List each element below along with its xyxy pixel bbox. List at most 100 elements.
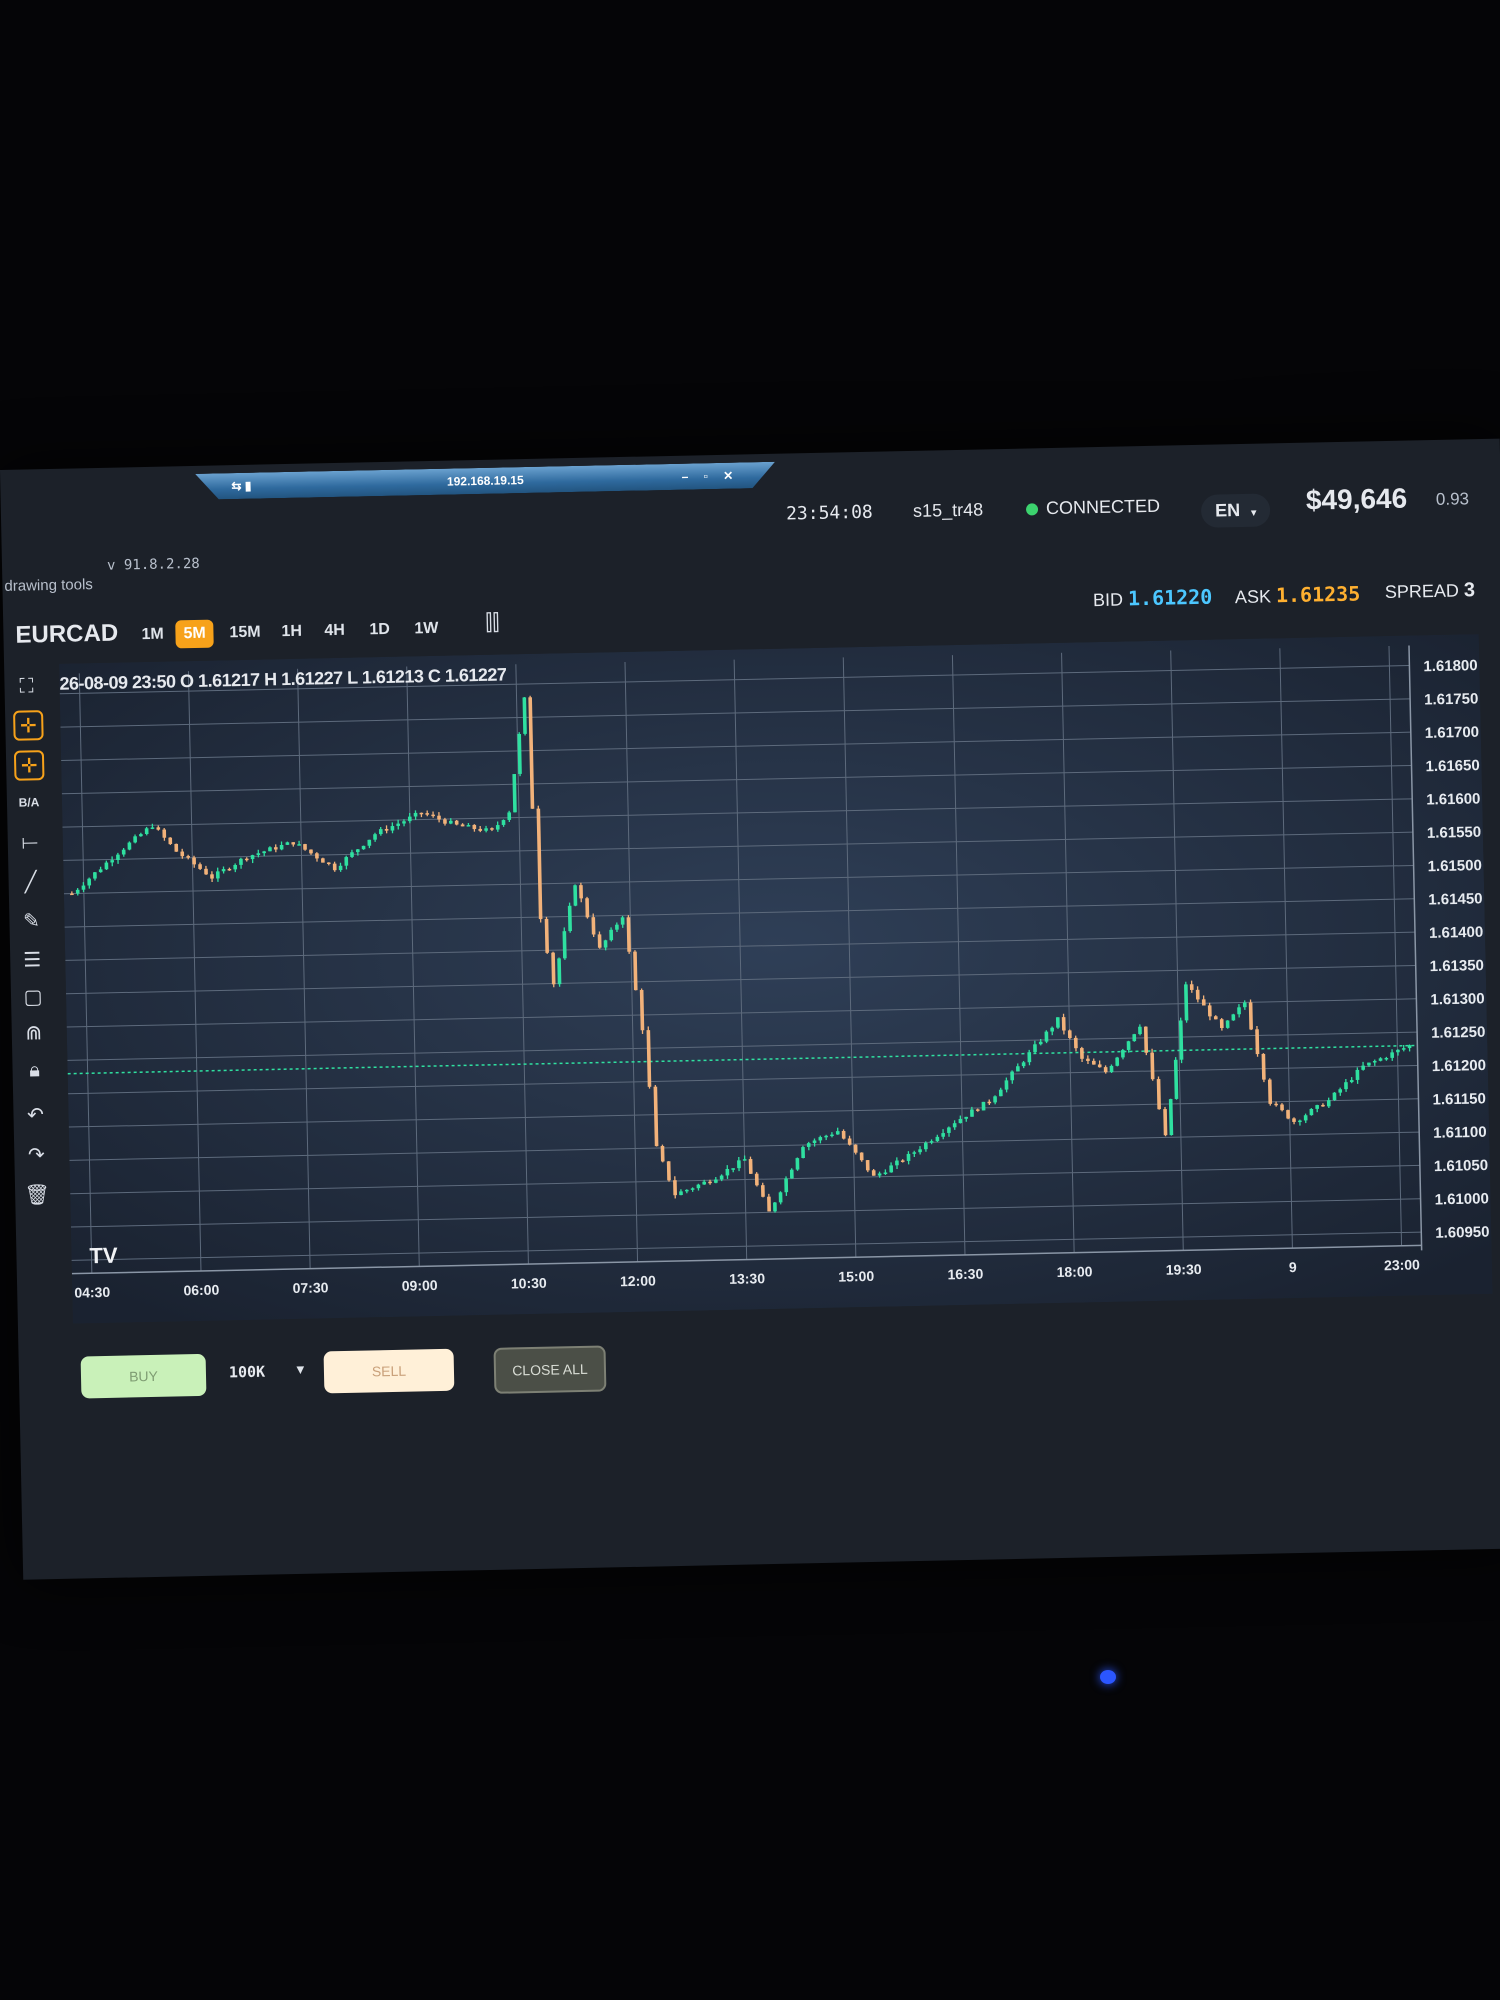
y-tick-label: 1.61500 <box>1427 857 1482 875</box>
candle-body <box>1225 1020 1230 1028</box>
redo-icon[interactable]: ↷ <box>22 1140 51 1169</box>
price-chart[interactable]: 1.61800 1.61750 1.61700 1.61650 1.61600 1.615… <box>59 634 1493 1324</box>
candle-body <box>1207 1005 1212 1017</box>
undo-icon[interactable]: ↶ <box>21 1100 50 1129</box>
crosshair-icon[interactable]: ✛ <box>13 710 44 741</box>
candle-body <box>1132 1034 1137 1042</box>
candle-body <box>478 828 483 831</box>
candle-body <box>454 820 459 825</box>
candle-body <box>883 1172 888 1175</box>
candle-body <box>262 851 266 854</box>
y-tick-label: 1.61000 <box>1434 1190 1489 1208</box>
rectangle-icon[interactable]: ▢ <box>19 982 48 1011</box>
candle-body <box>1004 1080 1009 1090</box>
timeframe-5m[interactable]: 5M <box>175 619 214 649</box>
bid-ask-icon[interactable]: B/A <box>15 788 44 817</box>
candle-body <box>384 828 389 831</box>
candle-body <box>127 842 132 850</box>
sell-button[interactable]: SELL <box>323 1348 455 1394</box>
candle-body <box>993 1096 997 1103</box>
candle-body <box>332 863 337 871</box>
candle-body <box>981 1101 986 1111</box>
chart-canvas[interactable]: 1.61800 1.61750 1.61700 1.61650 1.61600 1.615… <box>59 634 1493 1324</box>
magnet-icon[interactable]: ⋒ <box>19 1018 48 1047</box>
trend-line-icon[interactable]: ╱ <box>16 867 45 896</box>
candle-body <box>402 821 406 824</box>
candle-body <box>998 1089 1003 1097</box>
candle-body <box>1121 1050 1125 1058</box>
candle-body <box>597 934 602 948</box>
candle-body <box>1055 1017 1060 1028</box>
buy-button[interactable]: BUY <box>80 1353 207 1399</box>
candle-body <box>1219 1019 1224 1029</box>
fullscreen-icon[interactable]: ⛶ <box>12 672 41 701</box>
candle-body <box>1097 1064 1102 1068</box>
y-tick-label: 1.61200 <box>1432 1057 1487 1075</box>
timeframe-1d[interactable]: 1D <box>361 616 398 645</box>
remote-bar-window-controls[interactable]: – ▫ ✕ <box>681 469 739 484</box>
lot-size-selector[interactable]: 100K <box>229 1363 265 1382</box>
move-icon[interactable]: ✛ <box>13 750 45 781</box>
candle-body <box>1261 1053 1266 1080</box>
account-extra-value: 0.93 <box>1435 489 1470 509</box>
candle-body <box>1061 1017 1066 1031</box>
candle-body <box>585 898 590 918</box>
candle-body <box>929 1141 934 1143</box>
candle-body <box>350 852 354 857</box>
horizontal-line-icon[interactable]: ⟝ <box>16 828 45 857</box>
candle-body <box>719 1175 724 1180</box>
candle-body <box>1303 1115 1308 1121</box>
candle-body <box>1213 1016 1218 1020</box>
candle-body <box>900 1160 905 1162</box>
candle-body <box>1038 1041 1043 1045</box>
candle-body <box>1237 1007 1241 1015</box>
candle-body <box>742 1159 747 1161</box>
x-tick-label: 13:30 <box>729 1270 765 1287</box>
candle-body <box>1138 1026 1142 1035</box>
language-selector[interactable]: EN ▾ <box>1200 493 1271 528</box>
candle-body <box>1021 1062 1026 1067</box>
candle-body <box>1344 1082 1348 1090</box>
x-tick-label: 04:30 <box>74 1284 110 1301</box>
timeframe-15m[interactable]: 15M <box>221 618 269 647</box>
trash-icon[interactable]: 🗑︎ <box>23 1180 52 1209</box>
candle-body <box>413 812 418 817</box>
ask-price: 1.61235 <box>1275 581 1361 608</box>
candle-body <box>396 823 401 826</box>
candle-body <box>168 837 173 845</box>
candle-body <box>714 1179 718 1183</box>
lock-icon[interactable]: 🔒︎ <box>20 1056 49 1085</box>
candle-body <box>448 820 453 824</box>
timeframe-1w[interactable]: 1W <box>406 615 447 644</box>
fibonacci-icon[interactable]: ☰ <box>18 945 47 974</box>
candle-body <box>551 952 556 985</box>
remote-bar-left-icons[interactable]: ⇆ ▮ <box>231 479 251 493</box>
candle-body <box>660 1145 665 1162</box>
symbol-label[interactable]: EURCAD <box>15 620 118 650</box>
lot-size-caret-icon[interactable]: ▼ <box>294 1362 307 1377</box>
y-tick-label: 1.61800 <box>1423 657 1478 675</box>
candle-body <box>87 878 92 886</box>
candle-body <box>1231 1014 1236 1021</box>
candle-body <box>801 1147 805 1159</box>
remote-desktop-bar[interactable]: ⇆ ▮ 192.168.19.15 – ▫ ✕ <box>195 462 775 500</box>
candlestick-type-icon[interactable]: ⫿⫿ <box>485 610 500 636</box>
close-all-button[interactable]: CLOSE ALL <box>493 1345 607 1394</box>
candle-body <box>210 874 214 879</box>
candle-body <box>1044 1031 1049 1042</box>
candle-body <box>244 858 249 861</box>
candle-body <box>70 893 74 896</box>
timeframe-1h[interactable]: 1H <box>273 618 310 647</box>
pencil-icon[interactable]: ✎ <box>17 906 46 935</box>
candle-body <box>912 1152 917 1154</box>
timeframe-4h[interactable]: 4H <box>316 617 353 646</box>
y-tick-label: 1.61700 <box>1425 724 1480 742</box>
candle-body <box>615 924 619 930</box>
candle-body <box>133 836 137 843</box>
chevron-down-icon: ▾ <box>1251 507 1257 519</box>
y-tick-label: 1.61350 <box>1430 957 1485 975</box>
candle-body <box>338 865 343 871</box>
candle-body <box>1115 1057 1120 1066</box>
timeframe-1m[interactable]: 1M <box>133 620 172 649</box>
candle-body <box>964 1116 969 1119</box>
